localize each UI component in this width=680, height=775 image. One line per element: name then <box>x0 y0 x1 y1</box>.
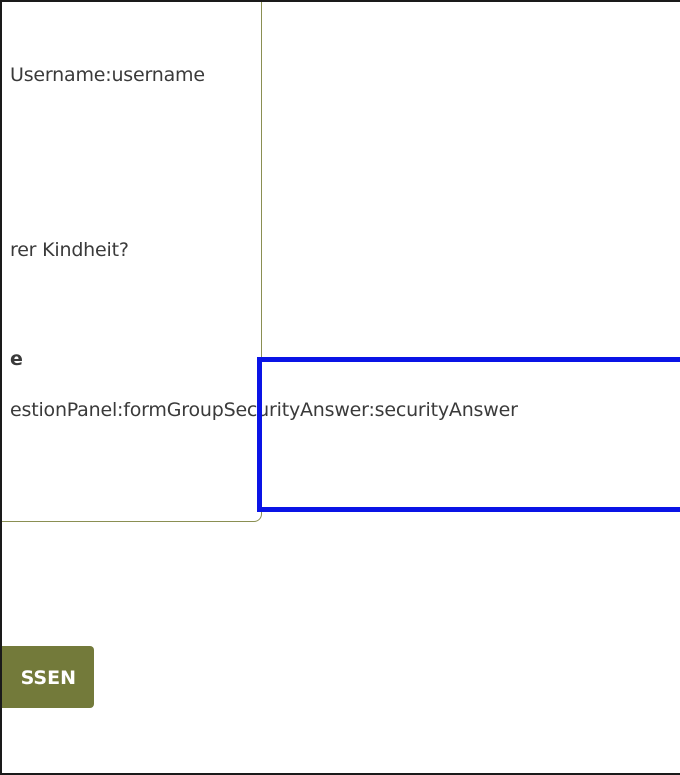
username-label: Username:username <box>10 64 205 86</box>
submit-button[interactable]: SSEN <box>2 646 94 708</box>
security-answer-heading: e <box>10 348 23 370</box>
page-viewport: Username:username rer Kindheit? e estion… <box>0 0 680 775</box>
security-answer-input-highlight[interactable] <box>257 357 680 512</box>
security-question-text: rer Kindheit? <box>10 239 129 261</box>
